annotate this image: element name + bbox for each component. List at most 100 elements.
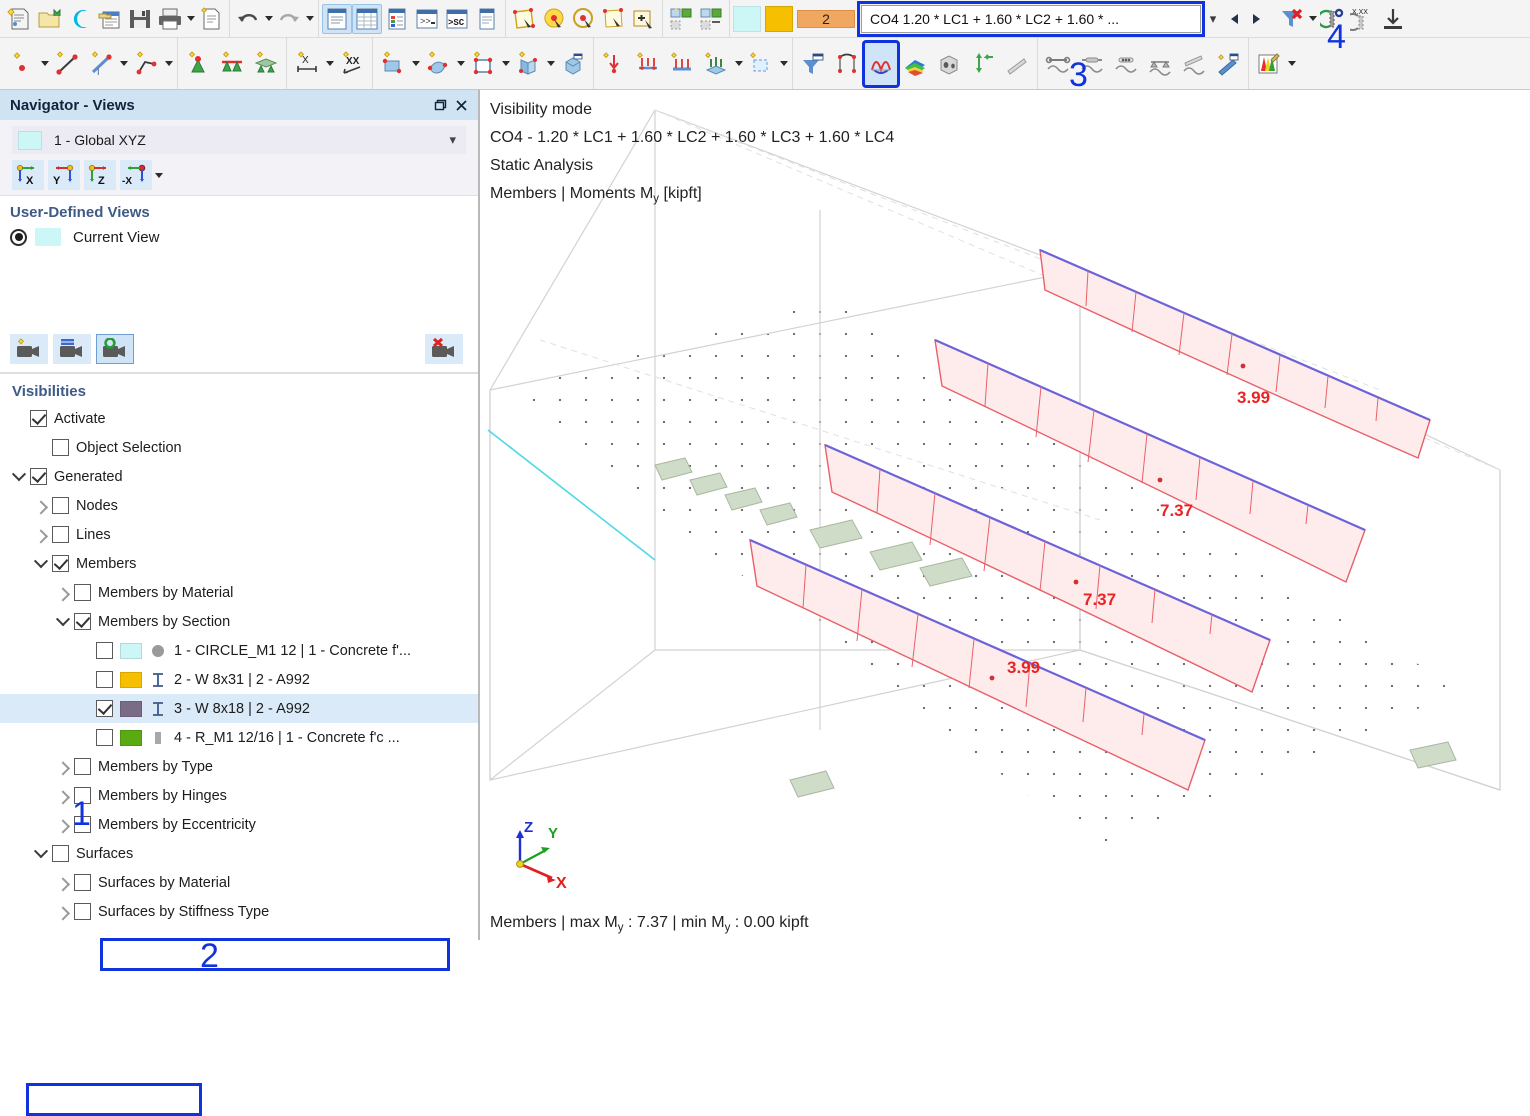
tree-item-section-3[interactable]: 3 - W 8x18 | 2 - A992 bbox=[0, 694, 478, 723]
checkbox[interactable] bbox=[52, 845, 69, 862]
tree-item-surfaces-by-material[interactable]: Surfaces by Material bbox=[0, 868, 478, 897]
chevron-right-icon[interactable] bbox=[30, 491, 52, 520]
tree-item-generated[interactable]: Generated bbox=[0, 462, 478, 491]
chevron-right-icon[interactable] bbox=[52, 810, 74, 839]
load-combination-combo[interactable]: CO4 1.20 * LC1 + 1.60 * LC2 + 1.60 * ... bbox=[861, 4, 1201, 33]
internal-forces-button[interactable] bbox=[862, 39, 900, 88]
tree-item-lines[interactable]: Lines bbox=[0, 520, 478, 549]
tree-item-surfaces[interactable]: Surfaces bbox=[0, 839, 478, 868]
checkbox[interactable] bbox=[96, 642, 113, 659]
opening-dropdown-caret[interactable] bbox=[500, 42, 511, 86]
new-surface-support-button[interactable] bbox=[249, 42, 283, 86]
visibility-new-button[interactable] bbox=[666, 4, 696, 34]
checkbox[interactable] bbox=[74, 613, 91, 630]
clear-filter-dropdown-caret[interactable] bbox=[1307, 4, 1318, 34]
select-all-button[interactable] bbox=[599, 4, 629, 34]
chevron-right-icon[interactable] bbox=[52, 578, 74, 607]
update-view-button[interactable] bbox=[96, 334, 134, 364]
new-dimension-button[interactable]: X bbox=[290, 42, 324, 86]
chevron-down-icon[interactable] bbox=[8, 462, 30, 491]
new-nodal-load-button[interactable] bbox=[597, 42, 631, 86]
checkbox[interactable] bbox=[74, 584, 91, 601]
undo-dropdown-caret[interactable] bbox=[263, 4, 274, 34]
member-diagram-m-button[interactable] bbox=[1109, 42, 1143, 86]
view-direction-neg-x-button[interactable]: -X bbox=[120, 160, 152, 190]
next-load-case-button[interactable] bbox=[1245, 6, 1267, 32]
redo-button[interactable] bbox=[274, 4, 304, 34]
member-diagram-support-button[interactable] bbox=[1143, 42, 1177, 86]
open-recent-button[interactable] bbox=[95, 4, 125, 34]
chevron-right-icon[interactable] bbox=[30, 520, 52, 549]
imperfection-dropdown-caret[interactable] bbox=[778, 42, 789, 86]
chevron-right-icon[interactable] bbox=[52, 781, 74, 810]
undo-button[interactable] bbox=[233, 4, 263, 34]
support-reactions-button[interactable] bbox=[966, 42, 1000, 86]
edit-view-button[interactable] bbox=[53, 334, 91, 364]
new-solid-button[interactable] bbox=[556, 42, 590, 86]
select-objects-button[interactable] bbox=[539, 4, 569, 34]
display-properties-button[interactable] bbox=[1252, 42, 1286, 86]
command-line-button[interactable]: >> bbox=[412, 4, 442, 34]
view-direction-y-button[interactable]: Y bbox=[48, 160, 80, 190]
view-direction-z-button[interactable]: Z bbox=[84, 160, 116, 190]
solid-results-button[interactable] bbox=[932, 42, 966, 86]
previous-load-case-button[interactable] bbox=[1223, 6, 1245, 32]
view-item-current[interactable]: Current View bbox=[10, 224, 468, 250]
new-opening-button[interactable] bbox=[466, 42, 500, 86]
view-select[interactable]: 1 - Global XYZ ▾ bbox=[12, 126, 466, 154]
new-coordinate-dimension-button[interactable]: XX bbox=[335, 42, 369, 86]
new-view-button[interactable] bbox=[10, 334, 48, 364]
tree-item-object-selection[interactable]: Object Selection bbox=[0, 433, 478, 462]
chevron-down-icon[interactable] bbox=[30, 839, 52, 868]
chevron-right-icon[interactable] bbox=[52, 752, 74, 781]
color-swatch-cyan[interactable] bbox=[733, 5, 761, 32]
new-line-button[interactable] bbox=[50, 42, 84, 86]
result-sections-button[interactable] bbox=[1000, 42, 1034, 86]
dimension-dropdown-caret[interactable] bbox=[324, 42, 335, 86]
visibility-edit-button[interactable] bbox=[696, 4, 726, 34]
view-direction-x-button[interactable]: X bbox=[12, 160, 44, 190]
navigator-toggle-button[interactable] bbox=[322, 3, 352, 34]
new-folded-surface-button[interactable] bbox=[511, 42, 545, 86]
new-member-dropdown-caret[interactable] bbox=[118, 42, 129, 86]
deformation-button[interactable] bbox=[830, 42, 864, 86]
checkbox[interactable] bbox=[96, 700, 113, 717]
tree-item-section-2[interactable]: 2 - W 8x31 | 2 - A992 bbox=[0, 665, 478, 694]
checkbox[interactable] bbox=[52, 439, 69, 456]
clear-filter-button[interactable] bbox=[1277, 4, 1307, 34]
chevron-right-icon[interactable] bbox=[52, 868, 74, 897]
chevron-right-icon[interactable] bbox=[52, 897, 74, 926]
checkbox[interactable] bbox=[30, 410, 47, 427]
delete-view-button[interactable] bbox=[425, 334, 463, 364]
close-icon[interactable] bbox=[450, 94, 472, 116]
tree-item-section-4[interactable]: 4 - R_M1 12/16 | 1 - Concrete f'c ... bbox=[0, 723, 478, 752]
checkbox[interactable] bbox=[96, 729, 113, 746]
display-properties-dropdown-caret[interactable] bbox=[1286, 42, 1297, 86]
new-node-button[interactable] bbox=[5, 42, 39, 86]
checkbox[interactable] bbox=[74, 874, 91, 891]
checkbox[interactable] bbox=[30, 468, 47, 485]
new-line-support-button[interactable] bbox=[215, 42, 249, 86]
new-nodal-support-button[interactable] bbox=[181, 42, 215, 86]
new-polyline-dropdown-caret[interactable] bbox=[163, 42, 174, 86]
print-dropdown-caret[interactable] bbox=[185, 4, 196, 34]
align-button[interactable] bbox=[1378, 4, 1408, 34]
undock-icon[interactable] bbox=[428, 94, 450, 116]
view-direction-dropdown-caret[interactable] bbox=[153, 160, 164, 190]
checkbox[interactable] bbox=[96, 671, 113, 688]
save-button[interactable] bbox=[125, 4, 155, 34]
folded-surface-dropdown-caret[interactable] bbox=[545, 42, 556, 86]
new-polyline-button[interactable] bbox=[129, 42, 163, 86]
color-swatch-gold[interactable] bbox=[765, 5, 793, 32]
chevron-down-icon[interactable] bbox=[52, 607, 74, 636]
tree-item-members[interactable]: Members bbox=[0, 549, 478, 578]
result-diagram-new-button[interactable] bbox=[1211, 42, 1245, 86]
new-line-load-button[interactable] bbox=[631, 42, 665, 86]
new-member-load-button[interactable] bbox=[665, 42, 699, 86]
tree-item-activate[interactable]: Activate bbox=[0, 404, 478, 433]
tree-item-section-1[interactable]: 1 - CIRCLE_M1 12 | 1 - Concrete f'... bbox=[0, 636, 478, 665]
select-special-button[interactable] bbox=[569, 4, 599, 34]
chevron-down-icon[interactable]: ▾ bbox=[449, 132, 460, 148]
checkbox[interactable] bbox=[52, 526, 69, 543]
connect-button[interactable] bbox=[65, 4, 95, 34]
